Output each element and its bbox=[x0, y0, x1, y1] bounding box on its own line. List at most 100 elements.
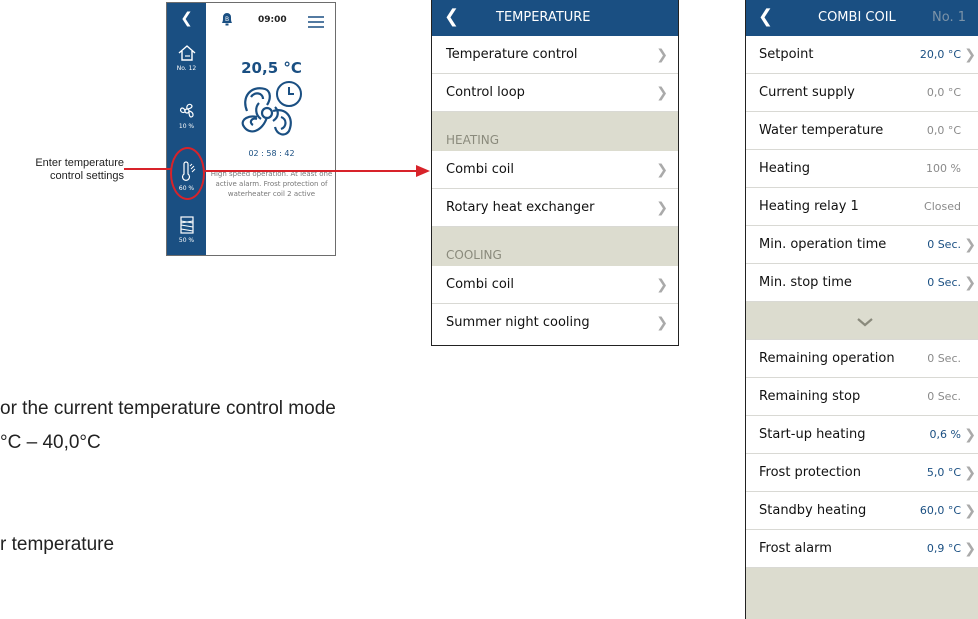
parameter-row: Heating relay 1 Closed bbox=[746, 188, 978, 226]
parameter-label: Standby heating bbox=[759, 503, 867, 518]
parameter-value: 100 % bbox=[926, 162, 961, 175]
home-icon bbox=[178, 45, 195, 61]
sidebar-item-home[interactable]: No. 12 bbox=[167, 43, 206, 72]
chevron-right-icon: ❯ bbox=[964, 47, 976, 63]
menu-item-temperature-control[interactable]: Temperature control ❯ bbox=[432, 36, 678, 74]
callout-label: Enter temperature control settings bbox=[35, 157, 124, 182]
chevron-right-icon: ❯ bbox=[656, 162, 668, 178]
parameter-value: 0 Sec. bbox=[927, 238, 961, 251]
menu-item-heating-combi-coil[interactable]: Combi coil ❯ bbox=[432, 151, 678, 189]
menu-item-control-loop[interactable]: Control loop ❯ bbox=[432, 74, 678, 112]
menu-item-label: Rotary heat exchanger bbox=[446, 200, 595, 215]
arrow-head bbox=[416, 165, 430, 177]
svg-text:B: B bbox=[225, 16, 229, 23]
sidebar-item-fan[interactable]: 10 % bbox=[167, 101, 206, 130]
phone-sidebar: ❮ No. 12 10 % 60 % 50 % bbox=[167, 3, 206, 255]
chevron-right-icon: ❯ bbox=[656, 47, 668, 63]
sidebar-item-exchanger[interactable]: 50 % bbox=[167, 215, 206, 244]
highlight-circle bbox=[170, 147, 205, 200]
parameter-row[interactable]: Start-up heating 0,6 % ❯ bbox=[746, 416, 978, 454]
parameter-label: Remaining stop bbox=[759, 389, 861, 404]
parameter-value: 0 Sec. bbox=[927, 352, 961, 365]
section-heading-heating: HEATING bbox=[432, 112, 678, 151]
menu-item-label: Summer night cooling bbox=[446, 315, 590, 330]
parameter-row: Current supply 0,0 °C bbox=[746, 74, 978, 112]
combi-coil-header: ❮ COMBI COIL No. 1 bbox=[746, 0, 978, 36]
chevron-right-icon: ❯ bbox=[964, 427, 976, 443]
chevron-right-icon: ❯ bbox=[656, 277, 668, 293]
chevron-right-icon: ❯ bbox=[964, 275, 976, 291]
fan-clock-icon bbox=[241, 81, 302, 136]
sidebar-label-exchanger: 50 % bbox=[178, 237, 195, 244]
parameter-value: Closed bbox=[924, 200, 961, 213]
parameter-value: 0,6 % bbox=[929, 428, 961, 441]
chevron-right-icon: ❯ bbox=[656, 200, 668, 216]
chevron-right-icon: ❯ bbox=[964, 237, 976, 253]
current-temperature: 20,5 °C bbox=[241, 59, 302, 77]
parameter-row[interactable]: Min. stop time 0 Sec. ❯ bbox=[746, 264, 978, 302]
menu-item-label: Control loop bbox=[446, 85, 525, 100]
parameter-row: Heating 100 % bbox=[746, 150, 978, 188]
temperature-header: ❮ TEMPERATURE bbox=[432, 0, 678, 36]
back-chevron-icon[interactable]: ❮ bbox=[444, 8, 459, 26]
clock-time: 09:00 bbox=[258, 15, 287, 25]
parameter-value: 5,0 °C bbox=[926, 466, 961, 479]
hamburger-menu-icon[interactable] bbox=[307, 15, 325, 29]
parameter-row[interactable]: Min. operation time 0 Sec. ❯ bbox=[746, 226, 978, 264]
timer: 02 : 58 : 42 bbox=[248, 149, 295, 158]
parameter-label: Heating bbox=[759, 161, 810, 176]
parameter-label: Start-up heating bbox=[759, 427, 866, 442]
panel-footer bbox=[746, 568, 978, 619]
back-chevron-icon[interactable]: ❮ bbox=[167, 11, 206, 26]
callout-line bbox=[124, 168, 172, 170]
status-text: High speed operation. At least one activ… bbox=[210, 170, 333, 198]
arrow-line bbox=[205, 170, 425, 172]
back-chevron-icon[interactable]: ❮ bbox=[758, 8, 773, 26]
parameter-label: Frost protection bbox=[759, 465, 861, 480]
chevron-right-icon: ❯ bbox=[656, 315, 668, 331]
sidebar-label-fan: 10 % bbox=[178, 123, 195, 130]
chevron-right-icon: ❯ bbox=[656, 85, 668, 101]
parameter-row[interactable]: Frost alarm 0,9 °C ❯ bbox=[746, 530, 978, 568]
menu-item-cooling-combi-coil[interactable]: Combi coil ❯ bbox=[432, 266, 678, 304]
parameter-value: 0,0 °C bbox=[926, 86, 961, 99]
menu-item-summer-night-cooling[interactable]: Summer night cooling ❯ bbox=[432, 304, 678, 342]
phone-main: B 09:00 20,5 °C 02 : 58 : 42 High speed … bbox=[206, 3, 335, 255]
menu-item-label: Combi coil bbox=[446, 162, 515, 177]
parameter-label: Heating relay 1 bbox=[759, 199, 859, 214]
body-text-line: °C – 40,0°C bbox=[0, 432, 101, 453]
parameter-value: 0,0 °C bbox=[926, 124, 961, 137]
menu-item-label: Combi coil bbox=[446, 277, 515, 292]
menu-item-rotary-heat-exchanger[interactable]: Rotary heat exchanger ❯ bbox=[432, 189, 678, 227]
parameter-row[interactable]: Standby heating 60,0 °C ❯ bbox=[746, 492, 978, 530]
panel-title: TEMPERATURE bbox=[496, 10, 591, 25]
bell-icon[interactable]: B bbox=[220, 11, 234, 27]
parameter-row: Water temperature 0,0 °C bbox=[746, 112, 978, 150]
parameter-row: Remaining operation 0 Sec. bbox=[746, 340, 978, 378]
sidebar-label-home: No. 12 bbox=[176, 65, 197, 72]
parameter-row: Remaining stop 0 Sec. bbox=[746, 378, 978, 416]
parameter-row[interactable]: Setpoint 20,0 °C ❯ bbox=[746, 36, 978, 74]
temperature-menu: ❮ TEMPERATURE Temperature control ❯ Cont… bbox=[431, 0, 679, 346]
chevron-right-icon: ❯ bbox=[964, 541, 976, 557]
fan-icon bbox=[179, 103, 194, 118]
parameter-label: Water temperature bbox=[759, 123, 884, 138]
parameter-value: 0,9 °C bbox=[926, 542, 961, 555]
body-text-line: or the current temperature control mode bbox=[0, 398, 336, 419]
menu-item-label: Temperature control bbox=[446, 47, 578, 62]
combi-coil-menu: ❮ COMBI COIL No. 1 Setpoint 20,0 °C ❯ Curre… bbox=[745, 0, 978, 619]
chevron-down-icon bbox=[857, 317, 873, 326]
parameter-label: Frost alarm bbox=[759, 541, 832, 556]
parameter-value: 0 Sec. bbox=[927, 390, 961, 403]
parameter-label: Setpoint bbox=[759, 47, 814, 62]
parameter-row[interactable]: Frost protection 5,0 °C ❯ bbox=[746, 454, 978, 492]
parameter-label: Min. operation time bbox=[759, 237, 887, 252]
heat-exchanger-icon bbox=[179, 216, 194, 234]
parameter-label: Min. stop time bbox=[759, 275, 852, 290]
parameter-list-more: Remaining operation 0 Sec. Remaining stop 0… bbox=[746, 340, 978, 568]
controller-screen: ❮ No. 12 10 % 60 % 50 % B 09:00 20,5 °C … bbox=[166, 2, 336, 256]
expand-button[interactable] bbox=[746, 302, 978, 340]
chevron-right-icon: ❯ bbox=[964, 465, 976, 481]
parameter-label: Remaining operation bbox=[759, 351, 895, 366]
panel-title: COMBI COIL bbox=[818, 10, 896, 25]
